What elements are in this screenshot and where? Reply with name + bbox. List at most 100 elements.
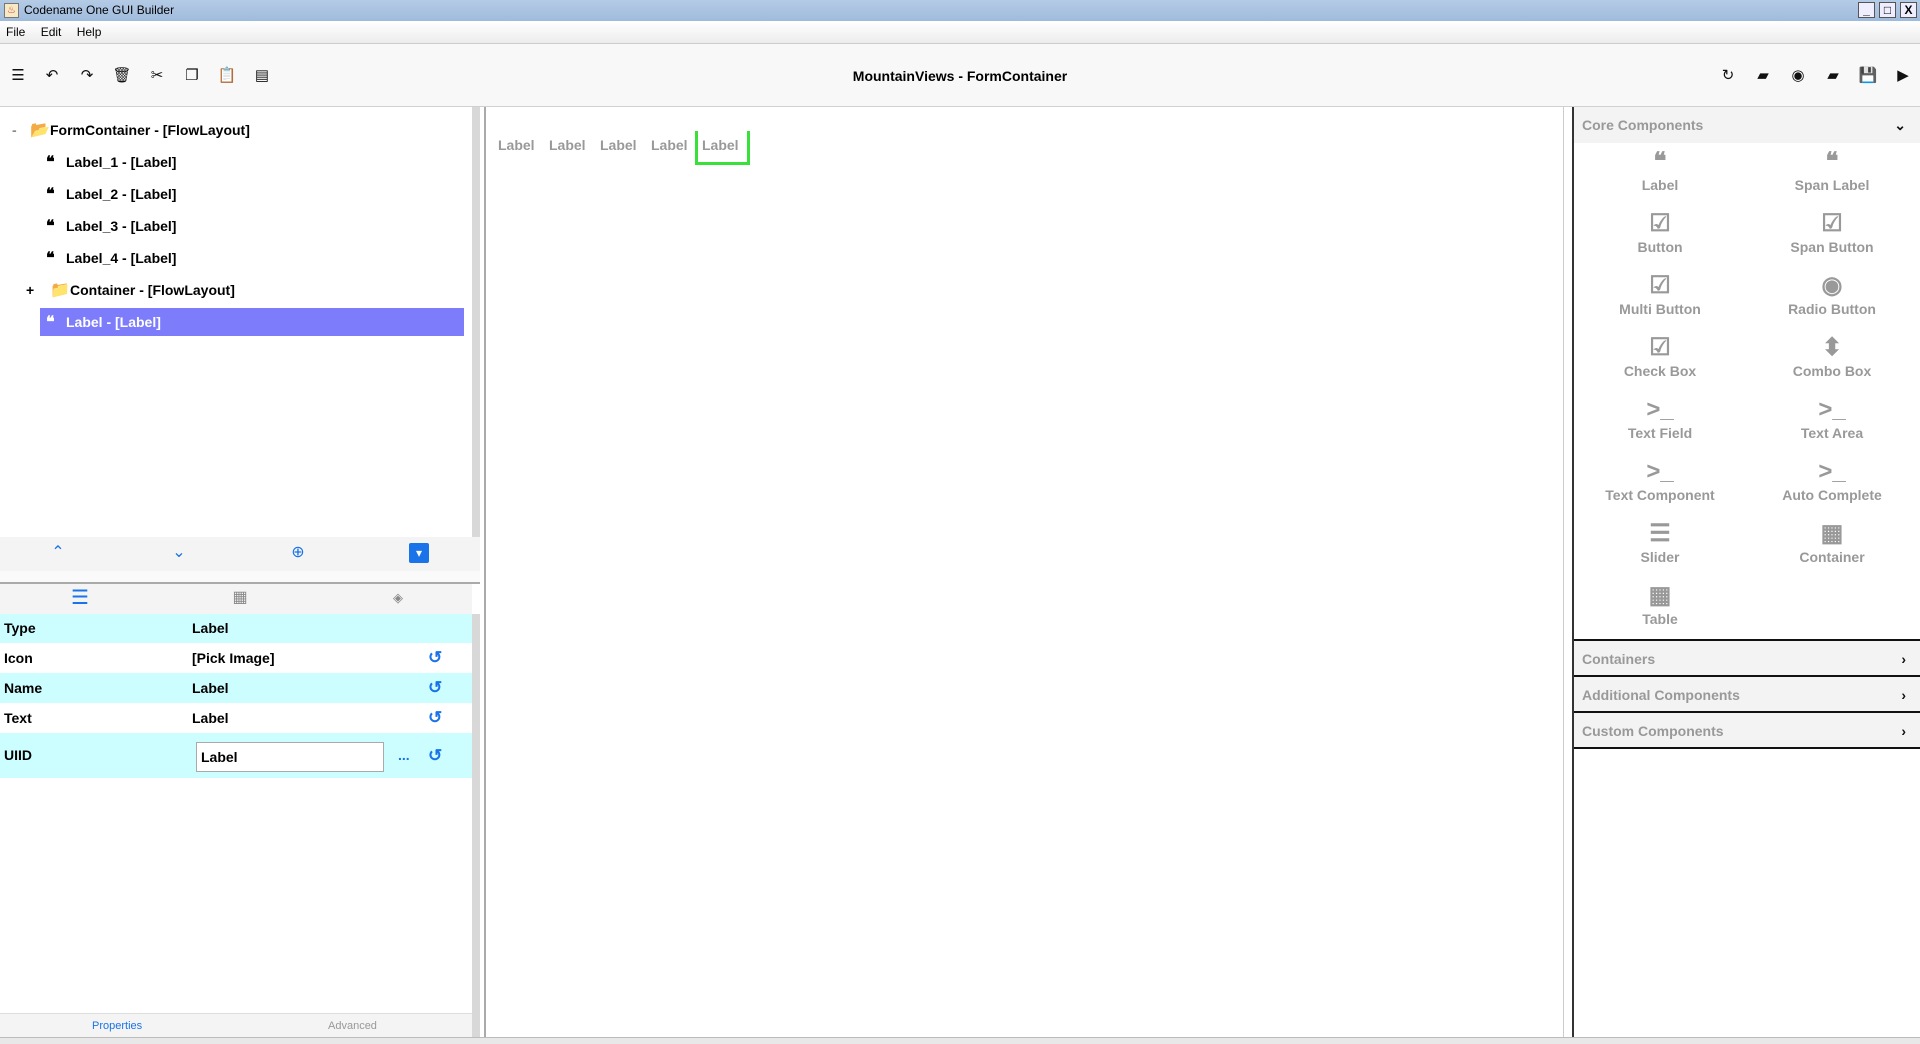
palette-item-text-area[interactable]: >_ Text Area	[1746, 395, 1918, 441]
uiid-more-button[interactable]: ...	[398, 733, 410, 778]
save-icon[interactable]: 💾	[1858, 66, 1878, 86]
palette-item-slider[interactable]: ☰ Slider	[1574, 519, 1746, 565]
quote-icon: ❝	[46, 184, 55, 203]
quote-icon: ❝	[46, 216, 55, 235]
tree-item-label-selected[interactable]: ❝ Label - [Label]	[40, 308, 464, 336]
palette-item-label: Label	[1641, 177, 1679, 193]
taskbar	[0, 1037, 1920, 1044]
tree-item-label: Label - [Label]	[66, 314, 161, 330]
tree-scrollbar[interactable]	[472, 107, 480, 537]
section-containers[interactable]: Containers ›	[1574, 641, 1920, 677]
minimize-button[interactable]: _	[1858, 2, 1875, 18]
checkbox-icon: ☑	[1649, 210, 1671, 237]
folder-icon: 📁	[50, 280, 70, 299]
chevron-down-icon: ⌄	[1894, 117, 1906, 133]
property-value[interactable]: Label	[192, 703, 229, 733]
uiid-input[interactable]: Label	[196, 742, 384, 772]
reset-history-icon[interactable]: ↺	[428, 733, 442, 778]
section-core-components[interactable]: Core Components ⌄	[1574, 107, 1920, 143]
section-title: Custom Components	[1582, 723, 1724, 739]
canvas-label-4[interactable]: Label	[651, 137, 688, 153]
palette-item-container[interactable]: ▦ Container	[1746, 519, 1918, 565]
window-title: Codename One GUI Builder	[24, 3, 175, 17]
collapse-toggle[interactable]: -	[12, 116, 30, 144]
menu-file[interactable]: File	[6, 25, 25, 39]
tree-item-label-1[interactable]: ❝ Label_1 - [Label]	[46, 148, 176, 176]
menu-help[interactable]: Help	[77, 25, 102, 39]
tree-item-label-3[interactable]: ❝ Label_3 - [Label]	[46, 212, 176, 240]
tab-properties[interactable]: Properties	[92, 1014, 142, 1038]
palette-item-button[interactable]: ☑ Button	[1574, 209, 1746, 255]
palette-item-multi-button[interactable]: ☑ Multi Button	[1574, 271, 1746, 317]
property-key: UIID	[4, 747, 32, 763]
paint-bucket-icon[interactable]: ◈	[388, 588, 408, 608]
check-box-icon: ☑	[1649, 334, 1671, 361]
design-canvas[interactable]: Label Label Label Label Label	[484, 107, 1564, 1037]
section-custom-components[interactable]: Custom Components ›	[1574, 713, 1920, 749]
tree-item-label: Label_4 - [Label]	[66, 250, 177, 266]
terminal-icon: >_	[1818, 396, 1846, 423]
palette-item-check-box[interactable]: ☑ Check Box	[1574, 333, 1746, 379]
terminal-icon: >_	[1646, 458, 1674, 485]
palette-item-label[interactable]: ❝ Label	[1574, 147, 1746, 193]
reset-history-icon[interactable]: ↺	[428, 643, 442, 673]
refresh-icon[interactable]: ↻	[1718, 66, 1738, 86]
list-view-icon[interactable]: ☰	[70, 588, 90, 608]
tree-item-label: Container - [FlowLayout]	[70, 282, 235, 298]
palette-item-text-component[interactable]: >_ Text Component	[1574, 457, 1746, 503]
quote-icon: ❝	[46, 152, 55, 171]
canvas-label-2[interactable]: Label	[549, 137, 586, 153]
archive-icon[interactable]: ▾	[409, 543, 429, 563]
palette-item-auto-complete[interactable]: >_ Auto Complete	[1746, 457, 1918, 503]
property-view-tabs: ☰ ▦ ◈	[0, 584, 472, 614]
palette-item-label: Slider	[1640, 549, 1680, 565]
property-value[interactable]: Label	[192, 673, 229, 703]
move-up-icon[interactable]: ⌃	[48, 543, 68, 563]
palette-item-span-label[interactable]: ❝ Span Label	[1746, 147, 1918, 193]
grid-view-icon[interactable]: ▦	[230, 588, 250, 608]
property-key: Icon	[4, 650, 33, 666]
tree-item-label-2[interactable]: ❝ Label_2 - [Label]	[46, 180, 176, 208]
section-additional-components[interactable]: Additional Components ›	[1574, 677, 1920, 713]
run-icon[interactable]: ▶	[1893, 66, 1913, 86]
preview-image-icon[interactable]: ▰	[1823, 66, 1843, 86]
title-bar: ♨ Codename One GUI Builder _ □ X	[0, 0, 1920, 21]
move-down-icon[interactable]: ⌄	[169, 543, 189, 563]
properties-scrollbar[interactable]	[472, 614, 480, 1037]
split-divider[interactable]	[0, 571, 480, 584]
palette-item-label: Multi Button	[1619, 301, 1701, 317]
reset-history-icon[interactable]: ↺	[428, 703, 442, 733]
palette-item-label: Text Area	[1800, 425, 1864, 441]
form-title: MountainViews - FormContainer	[852, 68, 1068, 84]
palette-item-label: Container	[1799, 549, 1865, 565]
palette-item-table[interactable]: ▦ Table	[1574, 581, 1746, 627]
palette-item-text-field[interactable]: >_ Text Field	[1574, 395, 1746, 441]
palette-item-radio-button[interactable]: ◉ Radio Button	[1746, 271, 1918, 317]
close-button[interactable]: X	[1900, 2, 1917, 18]
image-icon[interactable]: ▰	[1753, 66, 1773, 86]
canvas-label-1[interactable]: Label	[498, 137, 535, 153]
menu-edit[interactable]: Edit	[41, 25, 62, 39]
checkbox-icon: ☑	[1821, 210, 1843, 237]
tree-item-container[interactable]: + 📁Container - [FlowLayout]	[26, 276, 235, 304]
pick-image-link[interactable]: [Pick Image]	[192, 643, 274, 673]
tab-advanced[interactable]: Advanced	[328, 1014, 377, 1038]
palette-item-span-button[interactable]: ☑ Span Button	[1746, 209, 1918, 255]
palette-item-label: Table	[1642, 611, 1678, 627]
canvas-label-3[interactable]: Label	[600, 137, 637, 153]
tree-item-label-4[interactable]: ❝ Label_4 - [Label]	[46, 244, 176, 272]
palette-item-label: Span Label	[1794, 177, 1870, 193]
menu-bar: File Edit Help	[0, 21, 1920, 44]
tree-item-formcontainer[interactable]: - 📂FormContainer - [FlowLayout]	[12, 116, 250, 144]
quote-icon: ❝	[1825, 148, 1839, 175]
maximize-button[interactable]: □	[1879, 2, 1896, 18]
canvas-label-selected[interactable]: Label	[702, 137, 739, 153]
java-app-icon: ♨	[4, 3, 19, 18]
add-circle-icon[interactable]: ⊕	[288, 543, 308, 563]
record-icon[interactable]: ◉	[1788, 66, 1808, 86]
reset-history-icon[interactable]: ↺	[428, 673, 442, 703]
terminal-icon: >_	[1646, 396, 1674, 423]
palette-item-combo-box[interactable]: ⬍ Combo Box	[1746, 333, 1918, 379]
property-row-text: Text Label ↺	[0, 703, 472, 733]
expand-toggle[interactable]: +	[26, 276, 50, 304]
